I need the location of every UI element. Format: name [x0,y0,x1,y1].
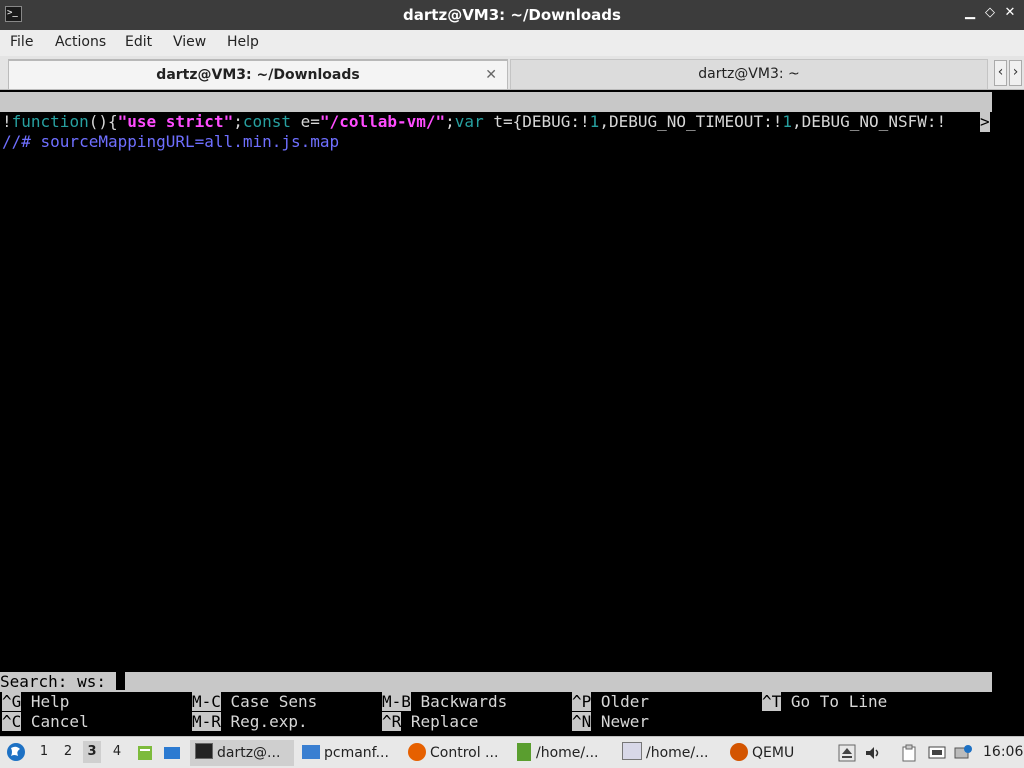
menu-actions[interactable]: Actions [55,34,106,50]
task-qemu[interactable]: QEMU [728,740,808,766]
network-icon[interactable] [928,744,946,762]
eject-icon[interactable] [838,744,856,762]
minimize-icon[interactable]: ▁ [962,5,978,20]
archive-icon [517,743,531,761]
workspace-3[interactable]: 3 [83,741,101,763]
code-line-2: //# sourceMappingURL=all.min.js.map [2,132,340,151]
window-title: dartz@VM3: ~/Downloads [403,6,621,24]
terminal-scrollbar[interactable] [992,90,1024,736]
tab-downloads[interactable]: dartz@VM3: ~/Downloads ✕ [8,59,508,89]
shortcut-case-sens: M-C Case Sens [192,692,318,711]
shortcut-reg-exp: M-R Reg.exp. [192,712,308,731]
tab-scroll-left-icon[interactable]: ‹ [994,60,1007,86]
workspace-1[interactable]: 1 [35,741,53,763]
show-desktop-icon[interactable] [163,744,181,762]
text-editor-icon [622,742,642,760]
tab-scroll-right-icon[interactable]: › [1009,60,1022,86]
menu-bar: File Actions Edit View Help [0,30,1024,56]
close-icon[interactable]: ✕ [1002,5,1018,20]
terminal-icon [195,743,213,759]
shortcut-help: ^G Help [2,692,70,711]
window-titlebar: >_ dartz@VM3: ~/Downloads ▁ ◇ ✕ [0,0,1024,30]
menu-help[interactable]: Help [227,34,259,50]
task-pcmanfm[interactable]: pcmanf... [300,740,398,766]
start-menu-icon[interactable] [6,742,26,762]
shortcut-backwards: M-B Backwards [382,692,508,711]
nano-header: GNU nano 6.2/var/www/html/all.min.js [0,92,992,131]
search-prompt-bar[interactable]: Search: ws: [0,672,992,692]
tab-bar: dartz@VM3: ~/Downloads ✕ dartz@VM3: ~ [0,56,1024,90]
tab-home[interactable]: dartz@VM3: ~ [510,59,988,89]
shortcut-replace: ^R Replace [382,712,479,731]
folder-icon [302,745,320,759]
clock[interactable]: 16:06 [983,743,1023,761]
shortcut-cancel: ^C Cancel [2,712,89,731]
task-terminal[interactable]: dartz@... [190,740,294,766]
files-icon[interactable] [136,744,154,762]
clipboard-icon[interactable] [900,744,918,762]
menu-file[interactable]: File [10,34,33,50]
tab-label: dartz@VM3: ~/Downloads [156,67,360,83]
shortcut-go-to-line: ^T Go To Line [762,692,888,711]
workspace-2[interactable]: 2 [59,741,77,763]
firefox-icon [408,743,426,761]
volume-icon[interactable] [864,744,882,762]
bluetooth-icon[interactable] [954,744,972,762]
taskbar: 1 2 3 4 dartz@... pcmanf... Control ... … [0,736,1024,768]
workspace-4[interactable]: 4 [108,741,126,763]
menu-view[interactable]: View [173,34,206,50]
tab-close-icon[interactable]: ✕ [485,61,497,89]
search-prompt: Search: ws: [0,672,116,691]
terminal-area[interactable]: GNU nano 6.2/var/www/html/all.min.js !fu… [0,90,1024,736]
task-archive[interactable]: /home/... [514,740,614,766]
code-line-1: !function(){"use strict";const e="/colla… [2,112,947,131]
task-firefox[interactable]: Control ... [406,740,506,766]
shortcut-newer: ^N Newer [572,712,650,731]
task-editor[interactable]: /home/... [620,740,720,766]
text-cursor [115,672,125,690]
maximize-icon[interactable]: ◇ [982,5,998,20]
tab-label: dartz@VM3: ~ [698,66,800,82]
line-overflow-marker: > [980,112,990,132]
menu-edit[interactable]: Edit [125,34,152,50]
qemu-icon [730,743,748,761]
shortcut-older: ^P Older [572,692,650,711]
